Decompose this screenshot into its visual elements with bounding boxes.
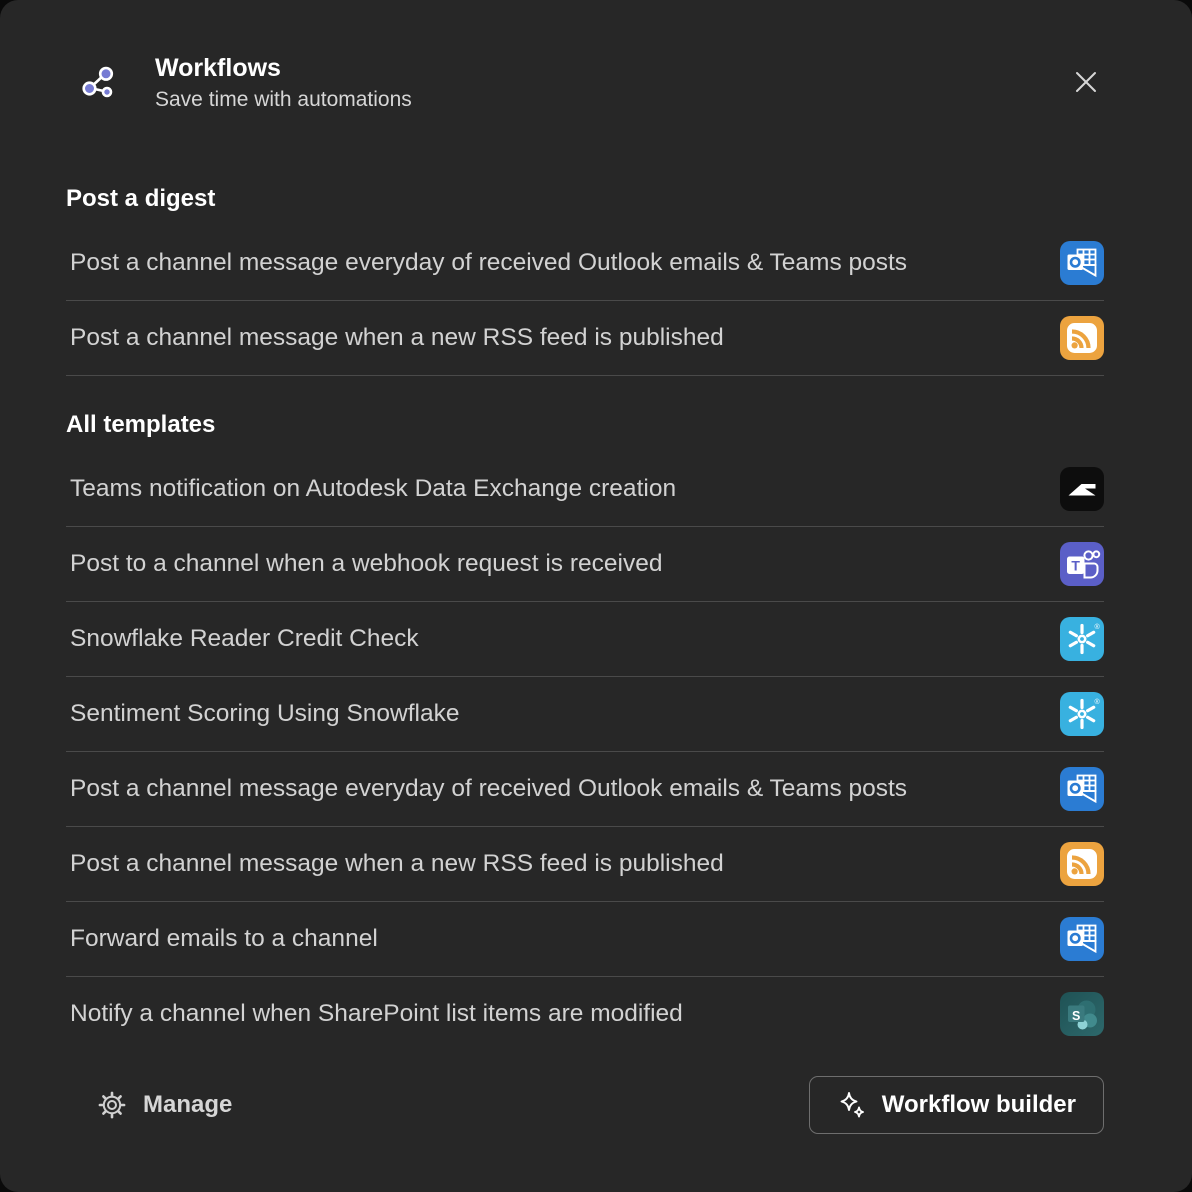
sparkle-icon	[837, 1090, 867, 1120]
template-row[interactable]: Teams notification on Autodesk Data Exch…	[66, 452, 1104, 527]
rss-icon	[1060, 316, 1104, 360]
svg-text:®: ®	[1095, 623, 1101, 631]
flyout-footer: Manage Workflow builder	[66, 1076, 1104, 1134]
close-icon	[1070, 66, 1102, 98]
header-text: Workflows Save time with automations	[155, 53, 412, 112]
outlook-icon	[1060, 917, 1104, 961]
template-row[interactable]: Snowflake Reader Credit Check ®	[66, 602, 1104, 677]
template-section: All templates Teams notification on Autod…	[66, 410, 1104, 1051]
gear-icon	[98, 1091, 126, 1119]
template-row[interactable]: Post a channel message everyday of recei…	[66, 752, 1104, 827]
workflow-icon	[78, 62, 118, 102]
rss-icon	[1060, 842, 1104, 886]
template-row[interactable]: Notify a channel when SharePoint list it…	[66, 977, 1104, 1051]
manage-button[interactable]: Manage	[98, 1091, 232, 1119]
template-row[interactable]: Post a channel message everyday of recei…	[66, 226, 1104, 301]
template-section: Post a digest Post a channel message ever…	[66, 184, 1104, 376]
template-row-label: Sentiment Scoring Using Snowflake	[66, 700, 1060, 728]
snowflake-icon: ®	[1060, 692, 1104, 736]
template-row-label: Notify a channel when SharePoint list it…	[66, 1000, 1060, 1028]
teams-icon: T	[1060, 542, 1104, 586]
svg-text:S: S	[1072, 1009, 1080, 1023]
template-row[interactable]: Forward emails to a channel	[66, 902, 1104, 977]
template-row[interactable]: Sentiment Scoring Using Snowflake ®	[66, 677, 1104, 752]
outlook-icon	[1060, 241, 1104, 285]
snowflake-icon: ®	[1060, 617, 1104, 661]
template-row-label: Post a channel message when a new RSS fe…	[66, 324, 1060, 352]
sections: Post a digest Post a channel message ever…	[66, 184, 1104, 1051]
workflows-flyout: Workflows Save time with automations Pos…	[0, 0, 1192, 1192]
page-subtitle: Save time with automations	[155, 88, 412, 112]
workflows-app-tile	[66, 50, 130, 114]
template-row[interactable]: Post a channel message when a new RSS fe…	[66, 827, 1104, 902]
template-row-label: Post a channel message everyday of recei…	[66, 775, 1060, 803]
workflow-builder-button[interactable]: Workflow builder	[809, 1076, 1104, 1134]
section-heading: All templates	[66, 410, 1104, 440]
autodesk-icon	[1060, 467, 1104, 511]
section-heading: Post a digest	[66, 184, 1104, 214]
template-row-label: Post to a channel when a webhook request…	[66, 550, 1060, 578]
sharepoint-icon: S	[1060, 992, 1104, 1036]
flyout-header: Workflows Save time with automations	[66, 50, 1104, 114]
template-row[interactable]: Post a channel message when a new RSS fe…	[66, 301, 1104, 376]
template-row-label: Forward emails to a channel	[66, 925, 1060, 953]
outlook-icon	[1060, 767, 1104, 811]
page-title: Workflows	[155, 53, 412, 83]
template-row-label: Post a channel message when a new RSS fe…	[66, 850, 1060, 878]
manage-button-label: Manage	[143, 1091, 232, 1119]
template-row-label: Teams notification on Autodesk Data Exch…	[66, 475, 1060, 503]
template-row[interactable]: Post to a channel when a webhook request…	[66, 527, 1104, 602]
svg-text:®: ®	[1095, 698, 1101, 706]
workflow-builder-button-label: Workflow builder	[882, 1091, 1076, 1119]
svg-text:T: T	[1071, 558, 1080, 574]
template-row-label: Post a channel message everyday of recei…	[66, 249, 1060, 277]
template-row-label: Snowflake Reader Credit Check	[66, 625, 1060, 653]
close-button[interactable]	[1068, 64, 1104, 100]
